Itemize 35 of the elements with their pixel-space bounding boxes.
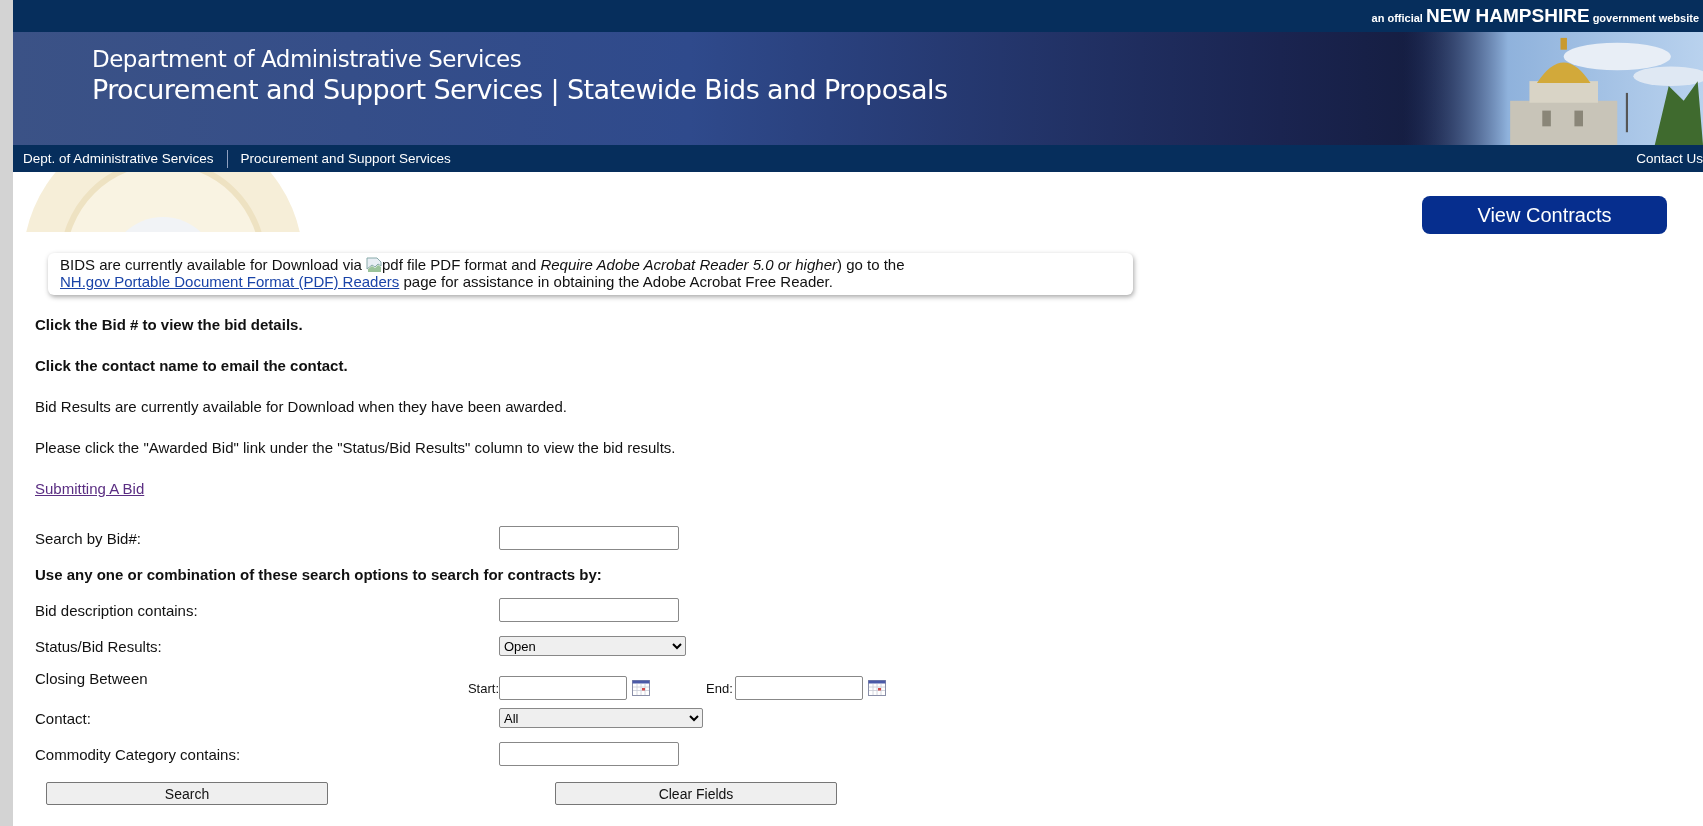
dropdown[interactable]: Open [499,636,686,656]
search-button[interactable]: Search [46,782,328,805]
calendar-icon[interactable] [867,680,886,696]
clear-fields-button[interactable]: Clear Fields [555,782,837,805]
input-field[interactable] [499,742,679,766]
notice-text: BIDS are currently available for Download via pdf file PDF format and Require Adobe Acrobat Reader 5.0 or higher) go to the NH.gov Portable Document Format (PDF) Readers page for assistance in obtaining the Adobe Acrobat Free Reader. [60,256,906,290]
official-website-label: an official NEW HAMPSHIRE government website [1371,5,1699,27]
field-label: Bid description contains: [35,601,199,619]
input-field[interactable] [499,598,679,622]
view-contracts-button[interactable]: View Contracts [1422,196,1667,234]
instruction-text: Please click the "Awarded Bid" link under the "Status/Bid Results" column to view the bid results. [35,438,677,458]
end-date-field[interactable] [734,676,863,700]
pdf-readers-link[interactable]: NH.gov Portable Document Format (PDF) Readers [60,273,400,290]
nav-link[interactable]: Dept. of Administrative Services [18,151,219,166]
field-label: Closing Between [35,669,149,687]
field-label: Search by Bid#: [35,529,142,547]
contact-link[interactable]: Contact Us [1631,151,1703,166]
dropdown[interactable]: All [499,708,703,728]
nav-link[interactable]: Procurement and Support Services [235,151,456,166]
end-label: End: [706,680,733,696]
submitting-bid-link[interactable]: Submitting A Bid [35,480,145,497]
broken-image-icon [366,257,382,273]
field-label: Status/Bid Results: [35,637,163,655]
field-label: Contact: [35,709,92,727]
site-title: Procurement and Support Services | Statewide Bids and Proposals [92,74,948,105]
input-field[interactable] [499,526,679,550]
start-label: Start: [466,680,499,696]
field-label: Commodity Category contains: [35,745,242,763]
calendar-icon[interactable] [632,680,650,696]
form-heading: Use any one or combination of these search options to search for contracts by: [35,565,602,583]
department-title: Department of Administrative Services [92,46,523,72]
start-date-field[interactable] [499,676,627,700]
instruction-text: Bid Results are currently available for Download when they have been awarded. [35,397,568,417]
instruction-text: Click the Bid # to view the bid details. [35,315,304,335]
instruction-text: Click the contact name to email the contact. [35,356,349,376]
